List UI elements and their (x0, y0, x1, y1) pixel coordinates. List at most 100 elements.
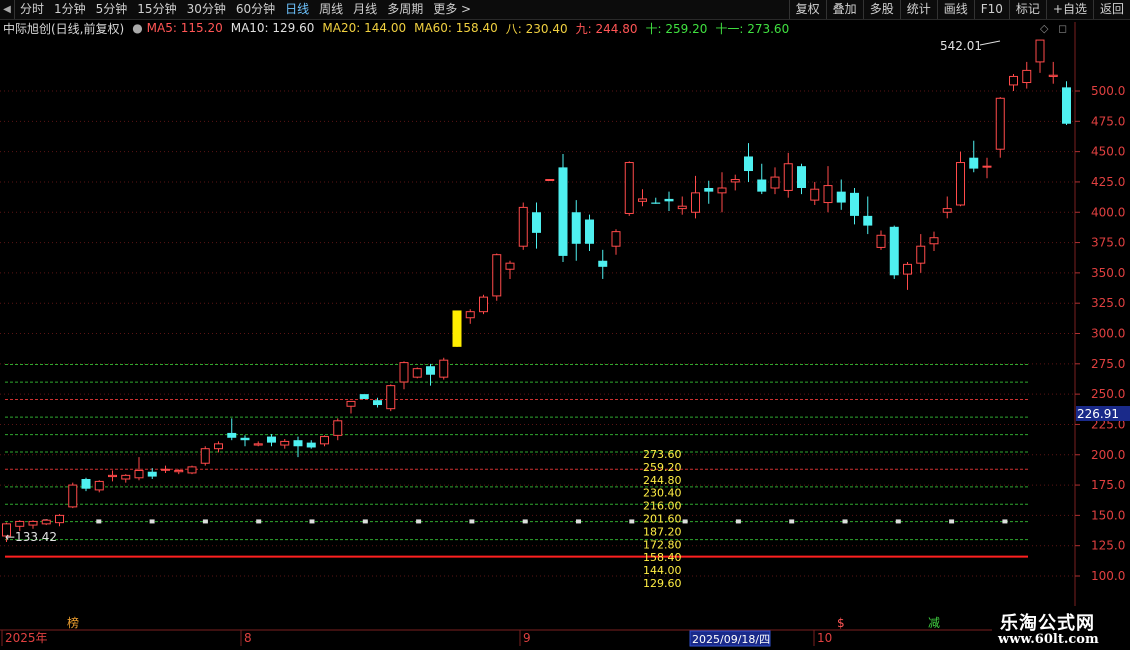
price-tick-label: 300.0 (1091, 327, 1125, 341)
candlestick-chart[interactable]: 500.0 475.0 450.0 425.0 400.0 375.0 350.0 325.0… (0, 0, 1130, 650)
candle-body (28, 520, 38, 526)
candle-body (532, 212, 541, 233)
watermark-logo: 乐淘公式网 www.60lt.com (992, 606, 1130, 650)
candle-body (359, 394, 369, 399)
candle-body (638, 198, 647, 202)
event-marker: 减 (928, 616, 940, 630)
price-tick-label: 350.0 (1091, 266, 1125, 280)
price-tick-label: 425.0 (1091, 175, 1125, 189)
cursor-date-label: 2025/09/18/四 (692, 633, 770, 646)
candle-body (439, 359, 449, 378)
candle-body (1035, 39, 1045, 63)
candle-body (492, 254, 502, 297)
candle-body (969, 157, 979, 169)
candle-body (783, 163, 793, 191)
candle-body (770, 176, 780, 189)
candle-body (240, 437, 250, 441)
candle-body (982, 165, 992, 168)
candle-body (293, 440, 303, 447)
candle-body (876, 234, 886, 248)
low-price-label: ←133.42 (5, 530, 57, 544)
candle-body (214, 443, 223, 450)
candle-body (518, 206, 528, 247)
marker-dot (416, 519, 422, 524)
marker-dot (522, 519, 528, 524)
candle-body (147, 471, 157, 477)
candle-body (571, 212, 581, 244)
candle-body (757, 179, 767, 192)
candle-body (1048, 74, 1058, 77)
candle-body (1009, 75, 1018, 86)
current-price-label: 226.91 (1077, 407, 1119, 421)
candle-body (836, 191, 846, 203)
price-tick-label: 375.0 (1091, 236, 1125, 250)
price-tick-label: 475.0 (1091, 114, 1125, 128)
candle-body (174, 470, 184, 473)
marker-dot (735, 519, 741, 524)
candle-body (889, 226, 899, 276)
date-label: 8 (244, 631, 252, 645)
marker-dot (949, 519, 955, 524)
level-label: 273.60 (643, 448, 682, 461)
candle-body (810, 188, 820, 201)
marker-dot (842, 519, 848, 524)
level-label: 144.00 (643, 564, 682, 577)
level-label: 259.20 (643, 461, 682, 474)
candle-body (41, 519, 51, 525)
high-price-pointer (979, 40, 1001, 46)
candle-body (399, 362, 409, 383)
marker-dot (789, 519, 795, 524)
marker-dot (682, 519, 688, 524)
marker-dot (96, 519, 102, 524)
candle-body (15, 520, 25, 527)
candle-body (624, 162, 634, 214)
candle-body (611, 231, 621, 247)
candle-body (187, 466, 197, 474)
candle-body (545, 179, 555, 182)
candle-body (505, 262, 515, 270)
candle-body (797, 166, 806, 188)
candle-body (68, 484, 78, 508)
candle-body (108, 474, 117, 478)
marker-dot (576, 519, 581, 524)
price-tick-label: 175.0 (1091, 478, 1125, 492)
date-label: 2025年 (5, 631, 48, 645)
marker-dot (895, 519, 901, 524)
candle-body (995, 97, 1005, 150)
candle-body (306, 442, 316, 448)
candle-body (161, 468, 170, 471)
candle-body (200, 448, 210, 464)
candle-body (558, 167, 568, 256)
candle-body (717, 187, 727, 194)
date-label: 10 (817, 631, 832, 645)
candle-body (227, 432, 237, 438)
candle-body (677, 205, 687, 210)
price-tick-label: 150.0 (1091, 508, 1125, 522)
date-label: 9 (523, 631, 531, 645)
marker-dot (469, 519, 475, 524)
candle-body (823, 185, 833, 204)
candle-body (346, 400, 356, 407)
candle-body (267, 436, 276, 443)
candle-body (863, 215, 873, 226)
candle-body (664, 198, 674, 202)
price-tick-label: 100.0 (1091, 569, 1125, 583)
candle-body (903, 263, 912, 275)
marker-dot (309, 519, 315, 524)
price-tick-label: 275.0 (1091, 357, 1125, 371)
candle-body (55, 514, 64, 524)
candle-body (280, 440, 290, 446)
candle-body (598, 260, 608, 267)
level-label: 172.80 (643, 538, 682, 551)
candle-body (704, 188, 714, 192)
price-tick-label: 400.0 (1091, 205, 1125, 219)
event-marker: 榜 (67, 615, 79, 630)
price-tick-label: 450.0 (1091, 145, 1125, 159)
candle-body (1062, 87, 1071, 124)
price-tick-label: 200.0 (1091, 448, 1125, 462)
candle-body (730, 179, 740, 183)
price-tick-label: 500.0 (1091, 84, 1125, 98)
level-label: 230.40 (643, 487, 682, 500)
marker-dot (202, 519, 208, 524)
level-label: 129.60 (643, 577, 682, 590)
